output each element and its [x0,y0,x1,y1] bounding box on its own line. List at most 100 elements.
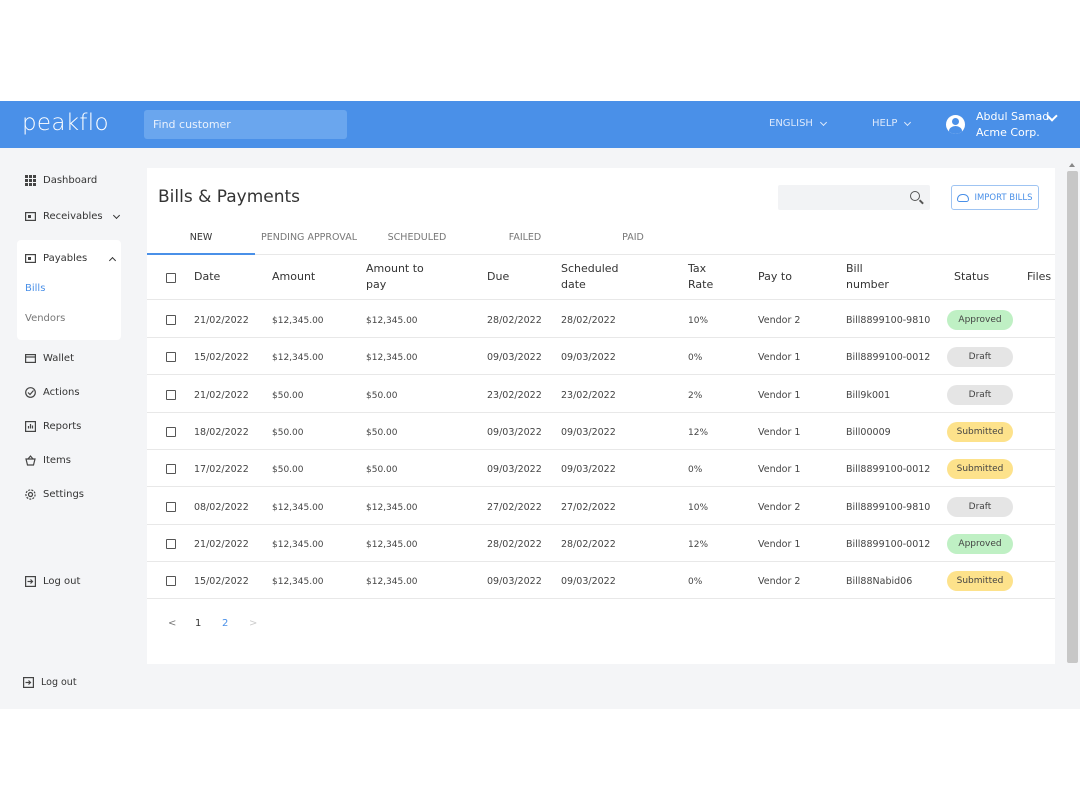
page-title: Bills & Payments [158,187,301,207]
sidebar-item-bills[interactable]: Bills [25,283,45,294]
table-row[interactable]: 15/02/2022 $12,345.00 $12,345.00 09/03/2022… [147,562,1055,600]
sidebar-item-label: Settings [43,489,85,500]
sidebar-item-logout-bottom[interactable]: Log out [23,677,77,688]
col-due[interactable]: Due [487,269,509,285]
cell-to-pay: $12,345.00 [366,353,418,364]
table-row[interactable]: 18/02/2022 $50.00 $50.00 09/03/2022 09/03/20… [147,413,1055,450]
table-row[interactable]: 21/02/2022 $50.00 $50.00 23/02/2022 23/02/20… [147,376,1055,413]
table-row[interactable]: 17/02/2022 $50.00 $50.00 09/03/2022 09/03/20… [147,450,1055,488]
user-avatar-icon[interactable] [946,115,965,134]
row-checkbox[interactable] [166,352,176,363]
row-checkbox[interactable] [166,538,176,549]
table-row[interactable]: 08/02/2022 $12,345.00 $12,345.00 27/02/2022… [147,488,1055,525]
sidebar-item-settings[interactable]: Settings [25,489,84,500]
cell-date: 17/02/2022 [194,464,249,476]
row-checkbox[interactable] [166,464,176,475]
select-all-checkbox[interactable] [166,273,176,283]
cell-amount: $12,345.00 [272,577,324,588]
import-bills-button[interactable]: IMPORT BILLS [951,185,1039,210]
cell-tax: 10% [688,316,709,326]
col-bill-number[interactable]: Bill number [846,261,889,293]
col-amount[interactable]: Amount [272,269,315,285]
sidebar-item-items[interactable]: Items [25,455,71,466]
user-org: Acme Corp. [976,126,1040,139]
cell-date: 21/02/2022 [194,315,249,326]
table-row[interactable]: 15/02/2022 $12,345.00 $12,345.00 09/03/2022… [147,338,1055,376]
cell-scheduled: 09/03/2022 [561,426,616,438]
cell-pay-to: Vendor 1 [758,464,801,476]
row-checkbox[interactable] [166,576,176,587]
pagination-page-2[interactable]: 2 [222,618,228,629]
col-scheduled-date[interactable]: Scheduled date [561,261,619,293]
cell-tax: 10% [688,502,709,513]
pagination-page-1[interactable]: 1 [195,618,201,629]
pagination-prev[interactable]: < [168,618,176,629]
sidebar-item-actions[interactable]: Actions [25,387,80,398]
bills-search-input[interactable] [778,185,930,210]
tab-paid[interactable]: PAID [579,232,687,243]
grid-icon [25,175,36,186]
cell-bill: Bill9k001 [846,389,891,401]
cell-to-pay: $12,345.00 [366,577,418,588]
scroll-up-icon[interactable] [1069,163,1075,167]
sidebar: Dashboard Receivables Payables Bills Ven… [0,148,130,709]
sidebar-item-wallet[interactable]: Wallet [25,353,74,364]
table-row[interactable]: 21/02/2022 $12,345.00 $12,345.00 28/02/2022… [147,525,1055,562]
cell-to-pay: $50.00 [366,465,398,476]
table-row[interactable]: 21/02/2022 $12,345.00 $12,345.00 28/02/2022… [147,301,1055,338]
active-tab-indicator [147,253,255,255]
cell-due: 09/03/2022 [487,576,542,588]
col-status[interactable]: Status [954,269,989,285]
sidebar-item-reports[interactable]: Reports [25,421,81,432]
col-tax-rate[interactable]: Tax Rate [688,261,713,293]
row-checkbox[interactable] [166,315,176,325]
status-badge: Submitted [947,421,1013,442]
cell-date: 21/02/2022 [194,389,249,401]
sidebar-item-label: Log out [41,677,77,688]
sidebar-item-payables[interactable]: Payables [25,253,117,264]
sidebar-item-receivables[interactable]: Receivables [25,211,120,222]
scrollbar[interactable] [1067,171,1078,663]
cell-date: 15/02/2022 [194,576,249,588]
cell-to-pay: $12,345.00 [366,316,418,326]
cell-to-pay: $12,345.00 [366,539,418,550]
cell-tax: 0% [688,353,703,364]
cell-pay-to: Vendor 1 [758,426,801,438]
user-name[interactable]: Abdul Samad [976,110,1049,123]
col-amount-to-pay[interactable]: Amount to pay [366,261,424,293]
cell-tax: 12% [688,427,709,438]
row-checkbox[interactable] [166,426,176,437]
find-customer-input[interactable]: Find customer [144,110,347,139]
pagination-next[interactable]: > [249,618,257,629]
language-selector[interactable]: ENGLISH [769,118,827,129]
status-badge: Submitted [947,571,1013,592]
help-menu[interactable]: HELP [872,118,912,129]
status-tabs: NEW PENDING APPROVAL SCHEDULED FAILED PA… [147,225,1055,255]
sidebar-item-logout[interactable]: Log out [25,576,80,587]
tab-failed[interactable]: FAILED [471,232,579,243]
cell-bill: Bill8899100-9810 [846,315,931,326]
row-checkbox[interactable] [166,501,176,512]
col-files[interactable]: Files [1027,269,1051,285]
sidebar-item-label: Wallet [43,353,75,364]
row-checkbox[interactable] [166,389,176,400]
cell-pay-to: Vendor 2 [758,315,801,326]
sidebar-item-vendors[interactable]: Vendors [25,313,65,324]
tab-scheduled[interactable]: SCHEDULED [363,232,471,243]
sidebar-item-label: Items [43,455,71,466]
cell-tax: 12% [688,539,709,550]
logo: peakflo [22,110,109,136]
sidebar-item-dashboard[interactable]: Dashboard [25,175,97,186]
cell-scheduled: 23/02/2022 [561,389,616,401]
sidebar-item-label: Receivables [43,211,103,222]
report-icon [25,421,36,432]
col-pay-to[interactable]: Pay to [758,269,792,285]
col-date[interactable]: Date [194,269,220,285]
cell-pay-to: Vendor 1 [758,352,801,364]
search-icon[interactable] [910,191,920,201]
tab-new[interactable]: NEW [147,232,255,243]
cell-scheduled: 09/03/2022 [561,576,616,588]
tab-pending-approval[interactable]: PENDING APPROVAL [255,232,363,243]
cell-tax: 0% [688,577,703,588]
cell-bill: Bill8899100-0012 [846,352,931,364]
